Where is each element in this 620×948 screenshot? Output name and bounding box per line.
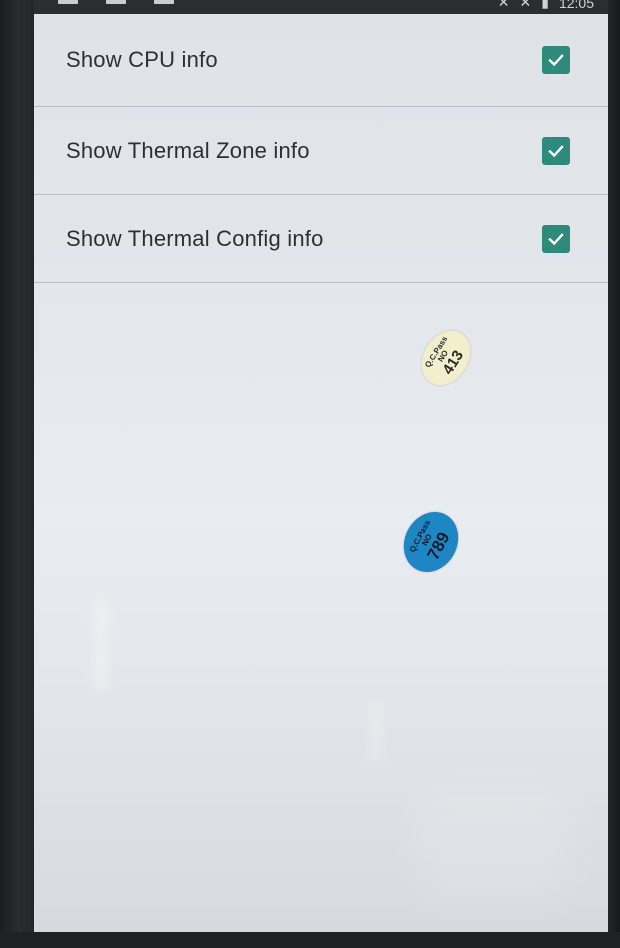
- check-icon: [548, 144, 564, 157]
- screen-glare: [94, 599, 108, 689]
- pref-show-thermal-zone-info[interactable]: Show Thermal Zone info: [34, 107, 608, 195]
- qc-pass-sticker: Q.C.Pass NO 413: [411, 321, 481, 395]
- pref-label: Show Thermal Config info: [66, 225, 324, 251]
- app-screen: Show CPU info Show Thermal Zone info Sho…: [34, 14, 608, 932]
- qc-pass-sticker: Q.C.Pass NO 789: [393, 502, 469, 582]
- status-time: 12:05: [558, 0, 594, 11]
- screen-glare: [372, 704, 380, 764]
- status-bar: ✕ ✕ ▮ 12:05: [34, 0, 608, 14]
- close-icon: ✕: [519, 0, 532, 10]
- device-frame: ✕ ✕ ▮ 12:05 Show CPU info Show Thermal Z…: [0, 0, 620, 948]
- status-notification-icons: [58, 0, 174, 4]
- battery-icon: ▮: [541, 0, 549, 10]
- close-icon: ✕: [497, 0, 510, 10]
- pref-label: Show CPU info: [66, 47, 218, 72]
- checkbox-show-thermal-zone-info[interactable]: [542, 136, 570, 165]
- checkbox-show-thermal-config-info[interactable]: [542, 224, 570, 253]
- pref-label: Show Thermal Zone info: [66, 137, 310, 163]
- notification-icon: [154, 0, 174, 4]
- check-icon: [548, 232, 564, 245]
- check-icon: [548, 54, 564, 67]
- pref-show-cpu-info[interactable]: Show CPU info: [34, 14, 608, 107]
- status-right: ✕ ✕ ▮ 12:05: [498, 0, 594, 11]
- screen-glare: [414, 784, 574, 904]
- preference-list: Show CPU info Show Thermal Zone info Sho…: [34, 14, 608, 283]
- bottom-bezel: [0, 932, 620, 948]
- checkbox-show-cpu-info[interactable]: [542, 46, 570, 74]
- notification-icon: [106, 0, 126, 4]
- notification-icon: [58, 0, 78, 4]
- pref-show-thermal-config-info[interactable]: Show Thermal Config info: [34, 195, 608, 283]
